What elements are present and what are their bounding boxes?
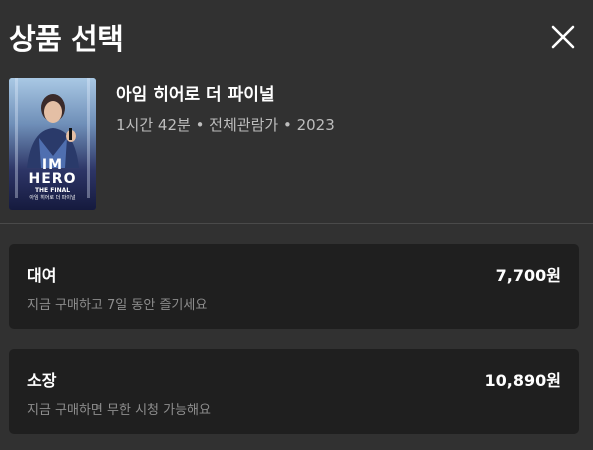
option-price: 10,890원 [484, 371, 561, 390]
divider [0, 223, 593, 224]
movie-poster: IM HERO THE FINAL 아임 히어로 더 파이널 [9, 78, 96, 210]
option-name: 대여 [27, 266, 57, 285]
option-name: 소장 [27, 371, 57, 390]
poster-title-line4: 아임 히어로 더 파이널 [29, 195, 76, 201]
page-title: 상품 선택 [9, 22, 124, 56]
poster-title-line3: THE FINAL [34, 187, 71, 194]
option-description: 지금 구매하고 7일 동안 즐기세요 [27, 298, 208, 313]
product-info: IM HERO THE FINAL 아임 히어로 더 파이널 아임 히어로 더 … [9, 78, 569, 210]
poster-title-line2: HERO [28, 171, 77, 187]
product-select-modal: 상품 선택 IM HERO THE FINAL 아임 히어로 더 파이널 아임 … [0, 0, 593, 450]
close-button[interactable] [548, 22, 578, 52]
option-price: 7,700원 [495, 266, 561, 285]
poster-title-line1: IM [41, 157, 64, 173]
close-icon [551, 25, 575, 49]
rent-option[interactable]: 대여 7,700원 지금 구매하고 7일 동안 즐기세요 [9, 244, 579, 329]
purchase-option[interactable]: 소장 10,890원 지금 구매하면 무한 시청 가능해요 [9, 349, 579, 434]
product-title: 아임 히어로 더 파이널 [116, 85, 275, 105]
product-meta: 1시간 42분 • 전체관람가 • 2023 [116, 116, 335, 134]
option-description: 지금 구매하면 무한 시청 가능해요 [27, 403, 211, 418]
